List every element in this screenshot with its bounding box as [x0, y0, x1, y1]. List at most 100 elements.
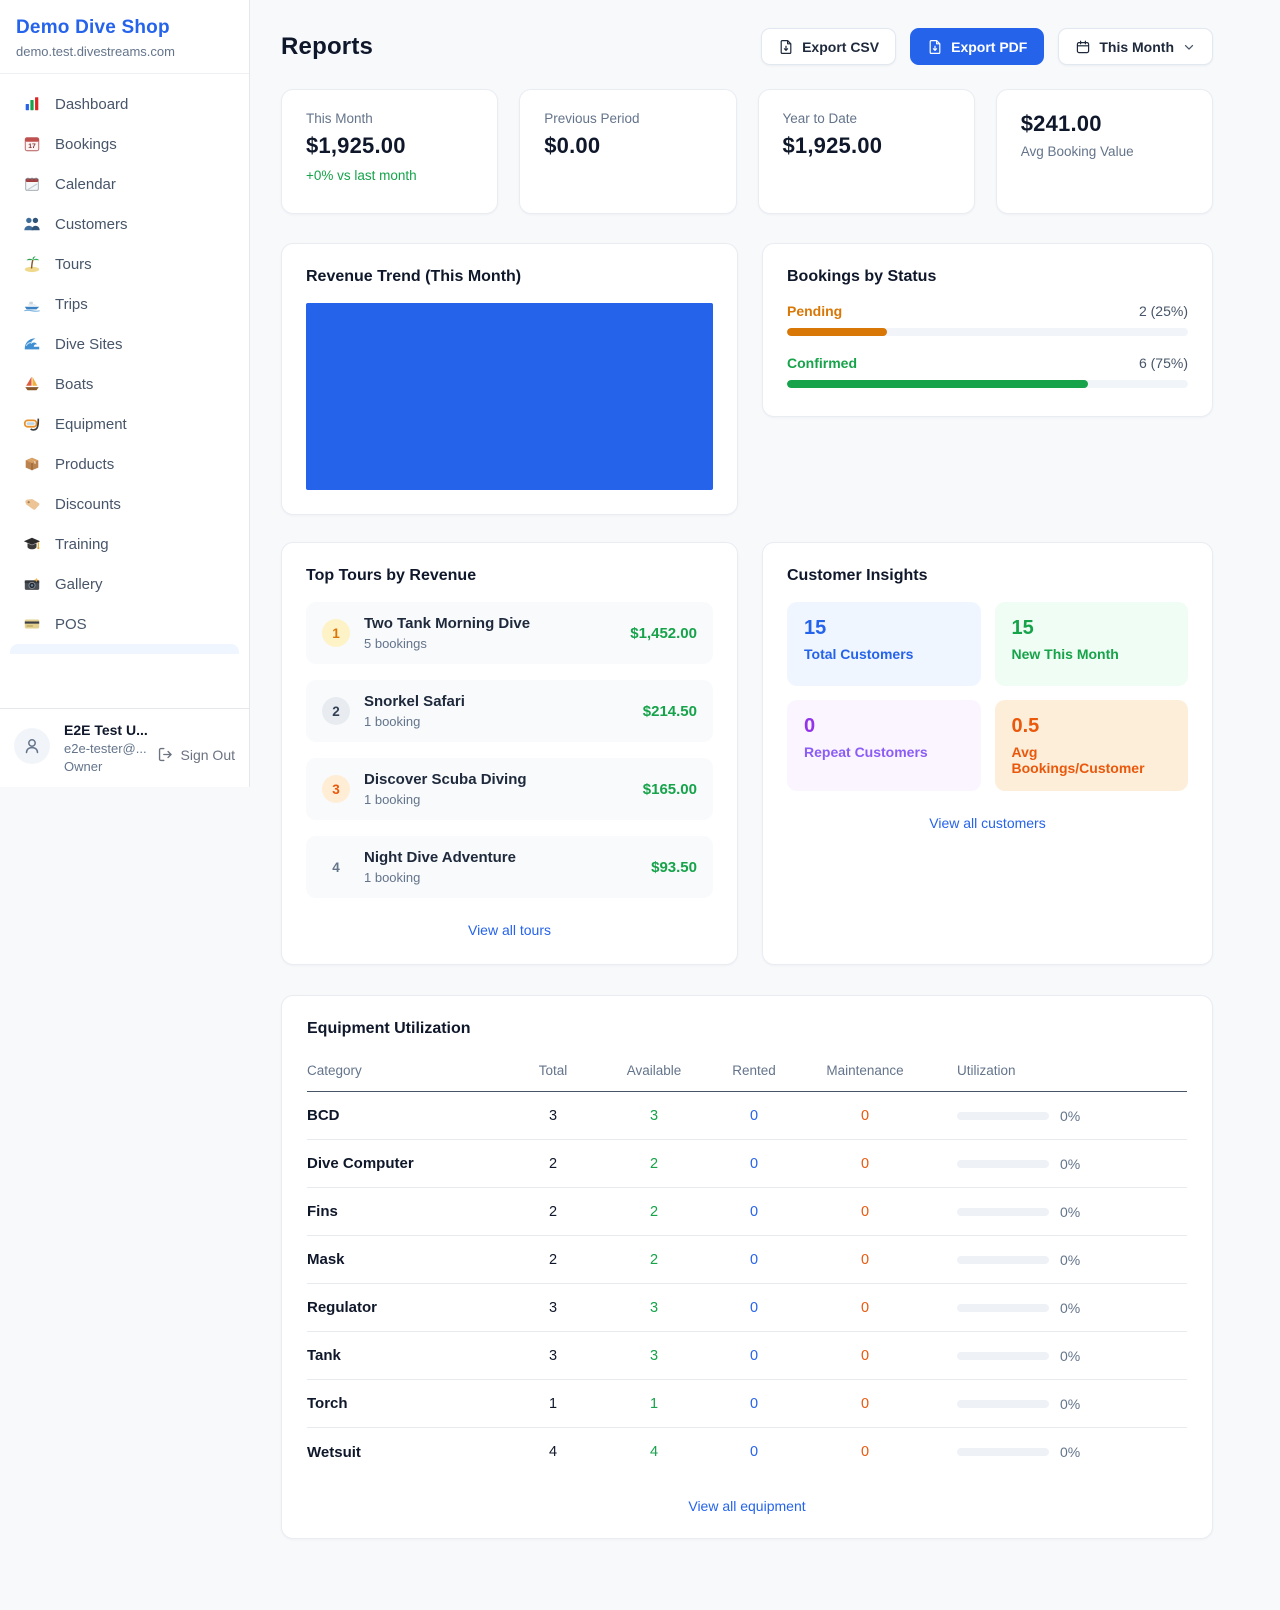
tour-row: 4 Night Dive Adventure 1 booking $93.50 — [306, 836, 713, 898]
table-row: Mask 2 2 0 0 0% — [307, 1236, 1187, 1284]
utilization-percent: 0% — [1060, 1396, 1080, 1412]
avatar — [14, 728, 50, 764]
wave-icon — [22, 334, 42, 354]
equipment-rented: 0 — [709, 1204, 799, 1220]
sidebar-item-trips[interactable]: Trips — [10, 284, 239, 324]
sidebar-item-label: Gallery — [55, 576, 103, 593]
stat-card-this-month: This Month $1,925.00 +0% vs last month — [281, 89, 498, 214]
stat-value: $1,925.00 — [306, 133, 473, 159]
sidebar-item-label: Customers — [55, 216, 128, 233]
calendar-icon — [1075, 39, 1091, 55]
sidebar-item-tours[interactable]: Tours — [10, 244, 239, 284]
sidebar: Demo Dive Shop demo.test.divestreams.com… — [0, 0, 250, 787]
rank-badge: 3 — [322, 775, 350, 803]
equipment-available: 3 — [599, 1300, 709, 1316]
utilization-bar-track — [957, 1112, 1049, 1120]
equipment-maintenance: 0 — [799, 1108, 931, 1124]
status-label: Confirmed — [787, 355, 857, 371]
equipment-rented: 0 — [709, 1396, 799, 1412]
utilization-bar-track — [957, 1400, 1049, 1408]
tag-icon — [22, 494, 42, 514]
equipment-utilization-cell: 0% — [931, 1252, 1187, 1268]
column-header: Total — [507, 1063, 599, 1078]
shop-title-link[interactable]: Demo Dive Shop — [16, 17, 233, 39]
equipment-rented: 0 — [709, 1252, 799, 1268]
equipment-utilization-cell: 0% — [931, 1444, 1187, 1460]
lists-row: Top Tours by Revenue 1 Two Tank Morning … — [281, 542, 1213, 965]
sidebar-item-pos[interactable]: POS — [10, 604, 239, 644]
spiral-calendar-icon — [22, 174, 42, 194]
revenue-trend-title: Revenue Trend (This Month) — [306, 268, 713, 286]
customer-insights-title: Customer Insights — [787, 567, 1188, 585]
camera-icon — [22, 574, 42, 594]
utilization-percent: 0% — [1060, 1204, 1080, 1220]
sidebar-item-calendar[interactable]: Calendar — [10, 164, 239, 204]
view-all-tours-link[interactable]: View all tours — [306, 914, 713, 940]
equipment-maintenance: 0 — [799, 1348, 931, 1364]
tour-name: Snorkel Safari — [364, 693, 465, 710]
sidebar-item-customers[interactable]: Customers — [10, 204, 239, 244]
insight-value: 15 — [804, 617, 964, 640]
sidebar-item-bookings[interactable]: 17 Bookings — [10, 124, 239, 164]
sidebar-item-discounts[interactable]: Discounts — [10, 484, 239, 524]
equipment-utilization-title: Equipment Utilization — [307, 1020, 1187, 1038]
equipment-available: 2 — [599, 1204, 709, 1220]
sidebar-item-label: Dive Sites — [55, 336, 123, 353]
tour-row: 3 Discover Scuba Diving 1 booking $165.0… — [306, 758, 713, 820]
equipment-utilization-cell: 0% — [931, 1204, 1187, 1220]
tour-bookings: 1 booking — [364, 792, 527, 807]
equipment-utilization-cell: 0% — [931, 1156, 1187, 1172]
stat-cards-row: This Month $1,925.00 +0% vs last month P… — [281, 89, 1213, 214]
svg-text:17: 17 — [28, 143, 36, 150]
equipment-utilization-cell: 0% — [931, 1300, 1187, 1316]
file-download-icon — [778, 39, 794, 55]
sidebar-item-dive-sites[interactable]: Dive Sites — [10, 324, 239, 364]
tour-revenue: $1,452.00 — [630, 625, 697, 642]
view-all-customers-link[interactable]: View all customers — [787, 807, 1188, 833]
equipment-total: 2 — [507, 1156, 599, 1172]
equipment-utilization-panel: Equipment Utilization Category Total Ava… — [281, 995, 1213, 1539]
bar-chart-icon — [22, 94, 42, 114]
rank-badge: 1 — [322, 619, 350, 647]
sign-out-button[interactable]: Sign Out — [157, 746, 235, 763]
top-tours-panel: Top Tours by Revenue 1 Two Tank Morning … — [281, 542, 738, 965]
equipment-rented: 0 — [709, 1300, 799, 1316]
sidebar-item-label: Products — [55, 456, 114, 473]
sidebar-active-item-partial[interactable] — [10, 644, 239, 654]
sidebar-item-equipment[interactable]: Equipment — [10, 404, 239, 444]
column-header: Rented — [709, 1063, 799, 1078]
status-bar-track — [787, 380, 1188, 388]
equipment-maintenance: 0 — [799, 1444, 931, 1460]
top-tours-title: Top Tours by Revenue — [306, 567, 713, 585]
sidebar-item-boats[interactable]: Boats — [10, 364, 239, 404]
equipment-total: 3 — [507, 1108, 599, 1124]
stat-value: $1,925.00 — [783, 133, 950, 159]
stat-card-year-to-date: Year to Date $1,925.00 — [758, 89, 975, 214]
page-title: Reports — [281, 33, 373, 61]
insight-label: Avg Bookings/Customer — [1012, 744, 1172, 776]
period-selector-dropdown[interactable]: This Month — [1058, 28, 1213, 65]
tour-name: Night Dive Adventure — [364, 849, 516, 866]
status-count: 6 (75%) — [1139, 355, 1188, 371]
tour-row: 1 Two Tank Morning Dive 5 bookings $1,45… — [306, 602, 713, 664]
sidebar-item-gallery[interactable]: Gallery — [10, 564, 239, 604]
export-pdf-button[interactable]: Export PDF — [910, 28, 1044, 65]
equipment-utilization-cell: 0% — [931, 1108, 1187, 1124]
sidebar-item-dashboard[interactable]: Dashboard — [10, 84, 239, 124]
sidebar-item-training[interactable]: Training — [10, 524, 239, 564]
equipment-utilization-cell: 0% — [931, 1396, 1187, 1412]
insight-value: 0 — [804, 715, 964, 738]
stat-label: Avg Booking Value — [1021, 144, 1188, 159]
utilization-percent: 0% — [1060, 1108, 1080, 1124]
insight-new-this-month: 15 New This Month — [995, 602, 1189, 686]
equipment-total: 3 — [507, 1300, 599, 1316]
equipment-total: 2 — [507, 1252, 599, 1268]
equipment-available: 2 — [599, 1252, 709, 1268]
sidebar-item-products[interactable]: Products — [10, 444, 239, 484]
stat-card-avg-booking-value: $241.00 Avg Booking Value — [996, 89, 1213, 214]
export-csv-button[interactable]: Export CSV — [761, 28, 896, 65]
chevron-down-icon — [1182, 40, 1196, 54]
bookings-by-status-title: Bookings by Status — [787, 268, 1188, 286]
view-all-equipment-link[interactable]: View all equipment — [307, 1490, 1187, 1520]
user-email: e2e-tester@... — [64, 741, 143, 756]
